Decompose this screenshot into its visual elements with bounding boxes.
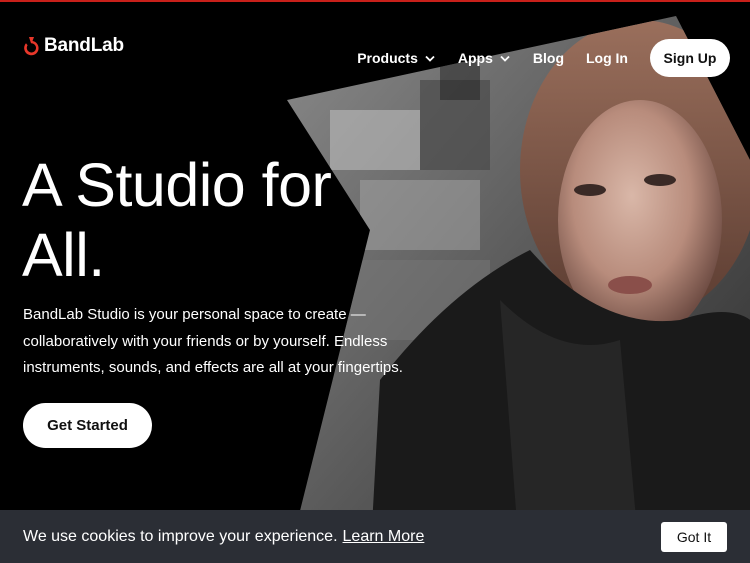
nav-blog[interactable]: Blog [533, 50, 564, 66]
hero-description: BandLab Studio is your personal space to… [23, 306, 403, 376]
hero-title-line1: A Studio for [22, 151, 332, 219]
get-started-button[interactable]: Get Started [23, 403, 152, 448]
nav-apps-label: Apps [457, 50, 493, 66]
site-header: BandLab Products Apps Blog Log In Sign U… [0, 2, 750, 77]
learn-more-link[interactable]: Learn More [343, 528, 425, 546]
sign-up-button[interactable]: Sign Up [650, 39, 730, 77]
cookie-banner: We use cookies to improve your experienc… [0, 510, 750, 563]
brand-name: BandLab [44, 35, 124, 56]
brand-logo[interactable]: BandLab [22, 35, 124, 57]
nav-login[interactable]: Log In [586, 50, 628, 66]
main-nav: Products Apps Blog Log In Sign Up [357, 38, 730, 78]
chevron-down-icon [500, 55, 510, 62]
nav-products[interactable]: Products [357, 50, 435, 66]
hero-title: A Studio for All. [22, 150, 402, 290]
chevron-down-icon [425, 55, 435, 62]
nav-products-label: Products [357, 50, 418, 66]
nav-apps[interactable]: Apps [458, 50, 510, 66]
bandlab-logo-icon [24, 37, 39, 56]
hero-title-line2: All. [22, 221, 105, 289]
got-it-button[interactable]: Got It [661, 522, 727, 552]
cookie-message: We use cookies to improve your experienc… [23, 527, 338, 545]
